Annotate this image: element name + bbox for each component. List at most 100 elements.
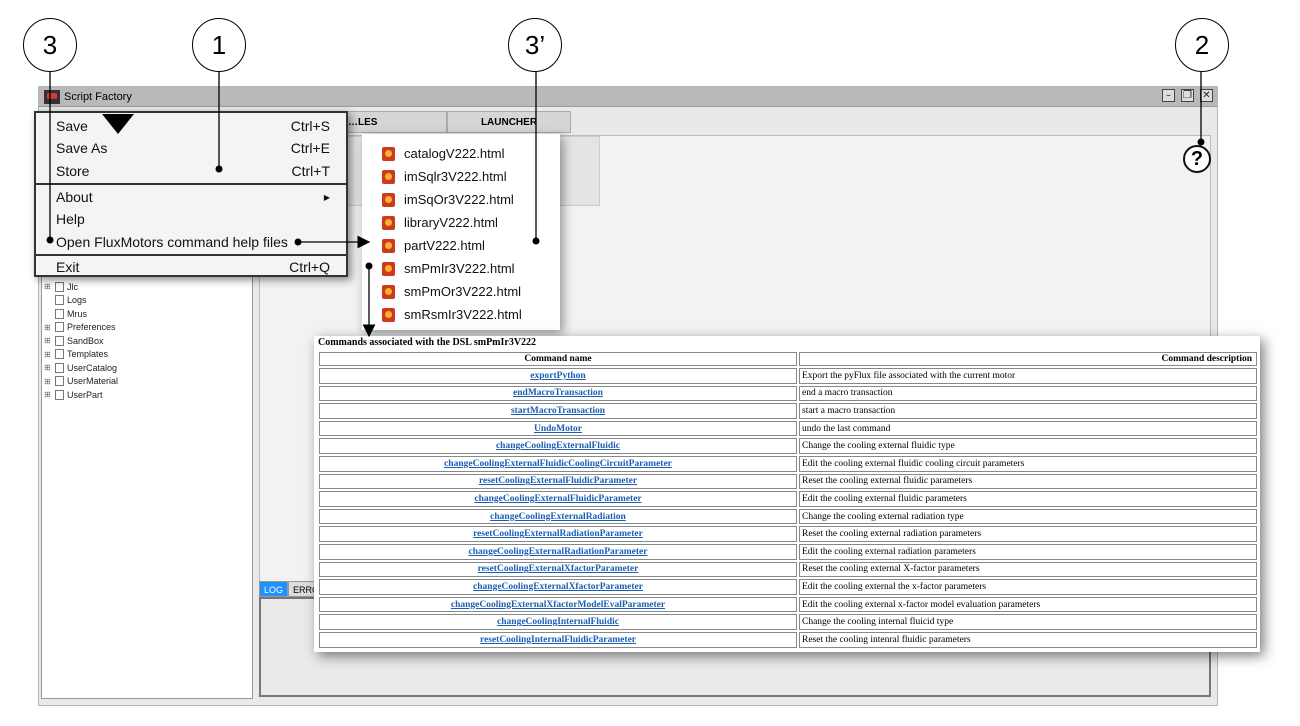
command-link[interactable]: changeCoolingInternalFluidic [497, 617, 619, 627]
menu-item-about[interactable]: About ▶ [56, 186, 330, 208]
menu-item-help[interactable]: Help [56, 208, 330, 230]
folder-icon [55, 322, 64, 333]
folder-icon [55, 389, 64, 400]
menu-separator [36, 183, 346, 185]
command-link[interactable]: changeCoolingExternalXfactorParameter [473, 582, 643, 592]
help-file-item[interactable]: imSqOr3V222.html [362, 188, 560, 211]
tree-item-label: Logs [67, 295, 87, 306]
command-name-cell: changeCoolingExternalXfactorParameter [319, 579, 797, 595]
help-file-item[interactable]: smPmOr3V222.html [362, 280, 560, 303]
tree-item-label: UserCatalog [67, 362, 118, 373]
command-link[interactable]: changeCoolingExternalFluidic [496, 441, 620, 451]
menu-item-open-help-files[interactable]: Open FluxMotors command help files [56, 231, 330, 253]
menu-label: About [56, 189, 93, 205]
table-row: endMacroTransaction end a macro transacti… [319, 385, 1257, 402]
table-row: resetCoolingExternalXfactorParameter Rese… [319, 561, 1257, 578]
table-row: changeCoolingExternalRadiationParameter E… [319, 543, 1257, 560]
folder-icon [55, 362, 64, 373]
callout-1: 1 [192, 18, 246, 72]
command-description-cell: Reset the cooling external radiation par… [799, 526, 1257, 542]
tree-item[interactable]: Mrus [42, 307, 252, 321]
tree-item-label: Preferences [67, 322, 116, 333]
menu-item-save-as[interactable]: Save As Ctrl+E [56, 137, 330, 159]
html-file-icon [382, 238, 395, 253]
window-controls: – ❐ ✕ [1162, 89, 1213, 102]
expand-icon[interactable]: ⊞ [44, 323, 52, 332]
help-file-label: smRsmIr3V222.html [404, 307, 522, 322]
commands-caption: Commands associated with the DSL smPmIr3… [318, 337, 537, 348]
tree-item[interactable]: ⊞ UserCatalog [42, 361, 252, 375]
help-icon[interactable]: ? [1183, 145, 1211, 173]
tab-launcher[interactable]: LAUNCHER [447, 111, 571, 133]
menu-label: Help [56, 211, 85, 227]
file-menu: Save Ctrl+S Save As Ctrl+E Store Ctrl+T … [34, 111, 348, 277]
menu-item-save[interactable]: Save Ctrl+S [56, 115, 330, 137]
menu-item-exit[interactable]: Exit Ctrl+Q [56, 256, 330, 278]
command-description-cell: Edit the cooling external x-factor model… [799, 596, 1257, 613]
expand-icon[interactable]: ⊞ [44, 377, 52, 386]
folder-icon [55, 376, 64, 387]
tree-item[interactable]: ⊞ Jlc [42, 280, 252, 294]
callout-3: 3 [23, 18, 77, 72]
folder-icon [55, 295, 64, 306]
close-icon[interactable]: ✕ [1200, 89, 1213, 102]
help-file-item[interactable]: partV222.html [362, 234, 560, 257]
command-description-cell: Change the cooling external fluidic type [799, 438, 1257, 454]
table-row: changeCoolingExternalXfactorModelEvalPar… [319, 596, 1257, 613]
help-file-item[interactable]: imSqlr3V222.html [362, 165, 560, 188]
command-name-cell: startMacroTransaction [319, 403, 797, 419]
command-name-cell: changeCoolingExternalRadiation [319, 508, 797, 525]
expand-icon[interactable]: ⊞ [44, 363, 52, 372]
help-file-label: smPmOr3V222.html [404, 284, 522, 299]
column-header-description: Command description [799, 352, 1257, 366]
command-link[interactable]: changeCoolingExternalXfactorModelEvalPar… [451, 600, 665, 610]
tree-item[interactable]: ⊞ UserPart [42, 388, 252, 402]
help-file-item[interactable]: libraryV222.html [362, 211, 560, 234]
commands-popup: Commands associated with the DSL smPmIr3… [314, 336, 1260, 652]
command-link[interactable]: changeCoolingExternalFluidicCoolingCircu… [444, 459, 672, 469]
expand-icon[interactable]: ⊞ [44, 350, 52, 359]
expand-icon[interactable]: ⊞ [44, 336, 52, 345]
command-link[interactable]: exportPython [530, 371, 585, 381]
command-link[interactable]: resetCoolingInternalFluidicParameter [480, 635, 636, 645]
title-bar: Script Factory – ❐ ✕ [39, 87, 1217, 107]
help-file-label: libraryV222.html [404, 215, 498, 230]
command-link[interactable]: changeCoolingExternalRadiationParameter [469, 547, 648, 557]
restore-icon[interactable]: ❐ [1181, 89, 1194, 102]
command-link[interactable]: changeCoolingExternalFluidicParameter [474, 494, 641, 504]
minimize-icon[interactable]: – [1162, 89, 1175, 102]
tree-item[interactable]: ⊞ SandBox [42, 334, 252, 348]
menu-label: Store [56, 163, 90, 179]
command-link[interactable]: resetCoolingExternalRadiationParameter [473, 529, 643, 539]
help-file-item[interactable]: smPmIr3V222.html [362, 257, 560, 280]
tree-item[interactable]: Logs [42, 294, 252, 308]
command-link[interactable]: resetCoolingExternalXfactorParameter [478, 564, 639, 574]
command-link[interactable]: resetCoolingExternalFluidicParameter [479, 476, 637, 486]
callout-3-prime: 3’ [508, 18, 562, 72]
tree-item-label: SandBox [67, 335, 104, 346]
expand-icon[interactable]: ⊞ [44, 390, 52, 399]
command-name-cell: UndoMotor [319, 420, 797, 437]
tree-item[interactable]: ⊞ Preferences [42, 321, 252, 335]
command-name-cell: changeCoolingExternalXfactorModelEvalPar… [319, 596, 797, 613]
command-name-cell: resetCoolingExternalXfactorParameter [319, 561, 797, 578]
expand-icon[interactable]: ⊞ [44, 282, 52, 291]
table-row: changeCoolingInternalFluidic Change the c… [319, 614, 1257, 630]
command-link[interactable]: changeCoolingExternalRadiation [490, 512, 626, 522]
help-file-label: catalogV222.html [404, 146, 505, 161]
tree-item[interactable]: ⊞ UserMaterial [42, 375, 252, 389]
help-file-item[interactable]: catalogV222.html [362, 142, 560, 165]
command-description-cell: Edit the cooling external fluidic parame… [799, 491, 1257, 507]
commands-table: Command name Command description exportP… [317, 350, 1259, 650]
tree-item[interactable]: ⊞ Templates [42, 348, 252, 362]
command-link[interactable]: startMacroTransaction [511, 406, 605, 416]
command-link[interactable]: UndoMotor [534, 424, 582, 434]
tab-log[interactable]: LOG [259, 581, 289, 597]
help-file-item[interactable]: smRsmIr3V222.html [362, 303, 560, 326]
html-file-icon [382, 261, 395, 276]
command-link[interactable]: endMacroTransaction [513, 388, 603, 398]
command-description-cell: Edit the cooling external fluidic coolin… [799, 455, 1257, 472]
folder-icon [55, 281, 64, 292]
menu-item-store[interactable]: Store Ctrl+T [56, 160, 330, 182]
command-description-cell: Reset the cooling intenral fluidic param… [799, 631, 1257, 648]
